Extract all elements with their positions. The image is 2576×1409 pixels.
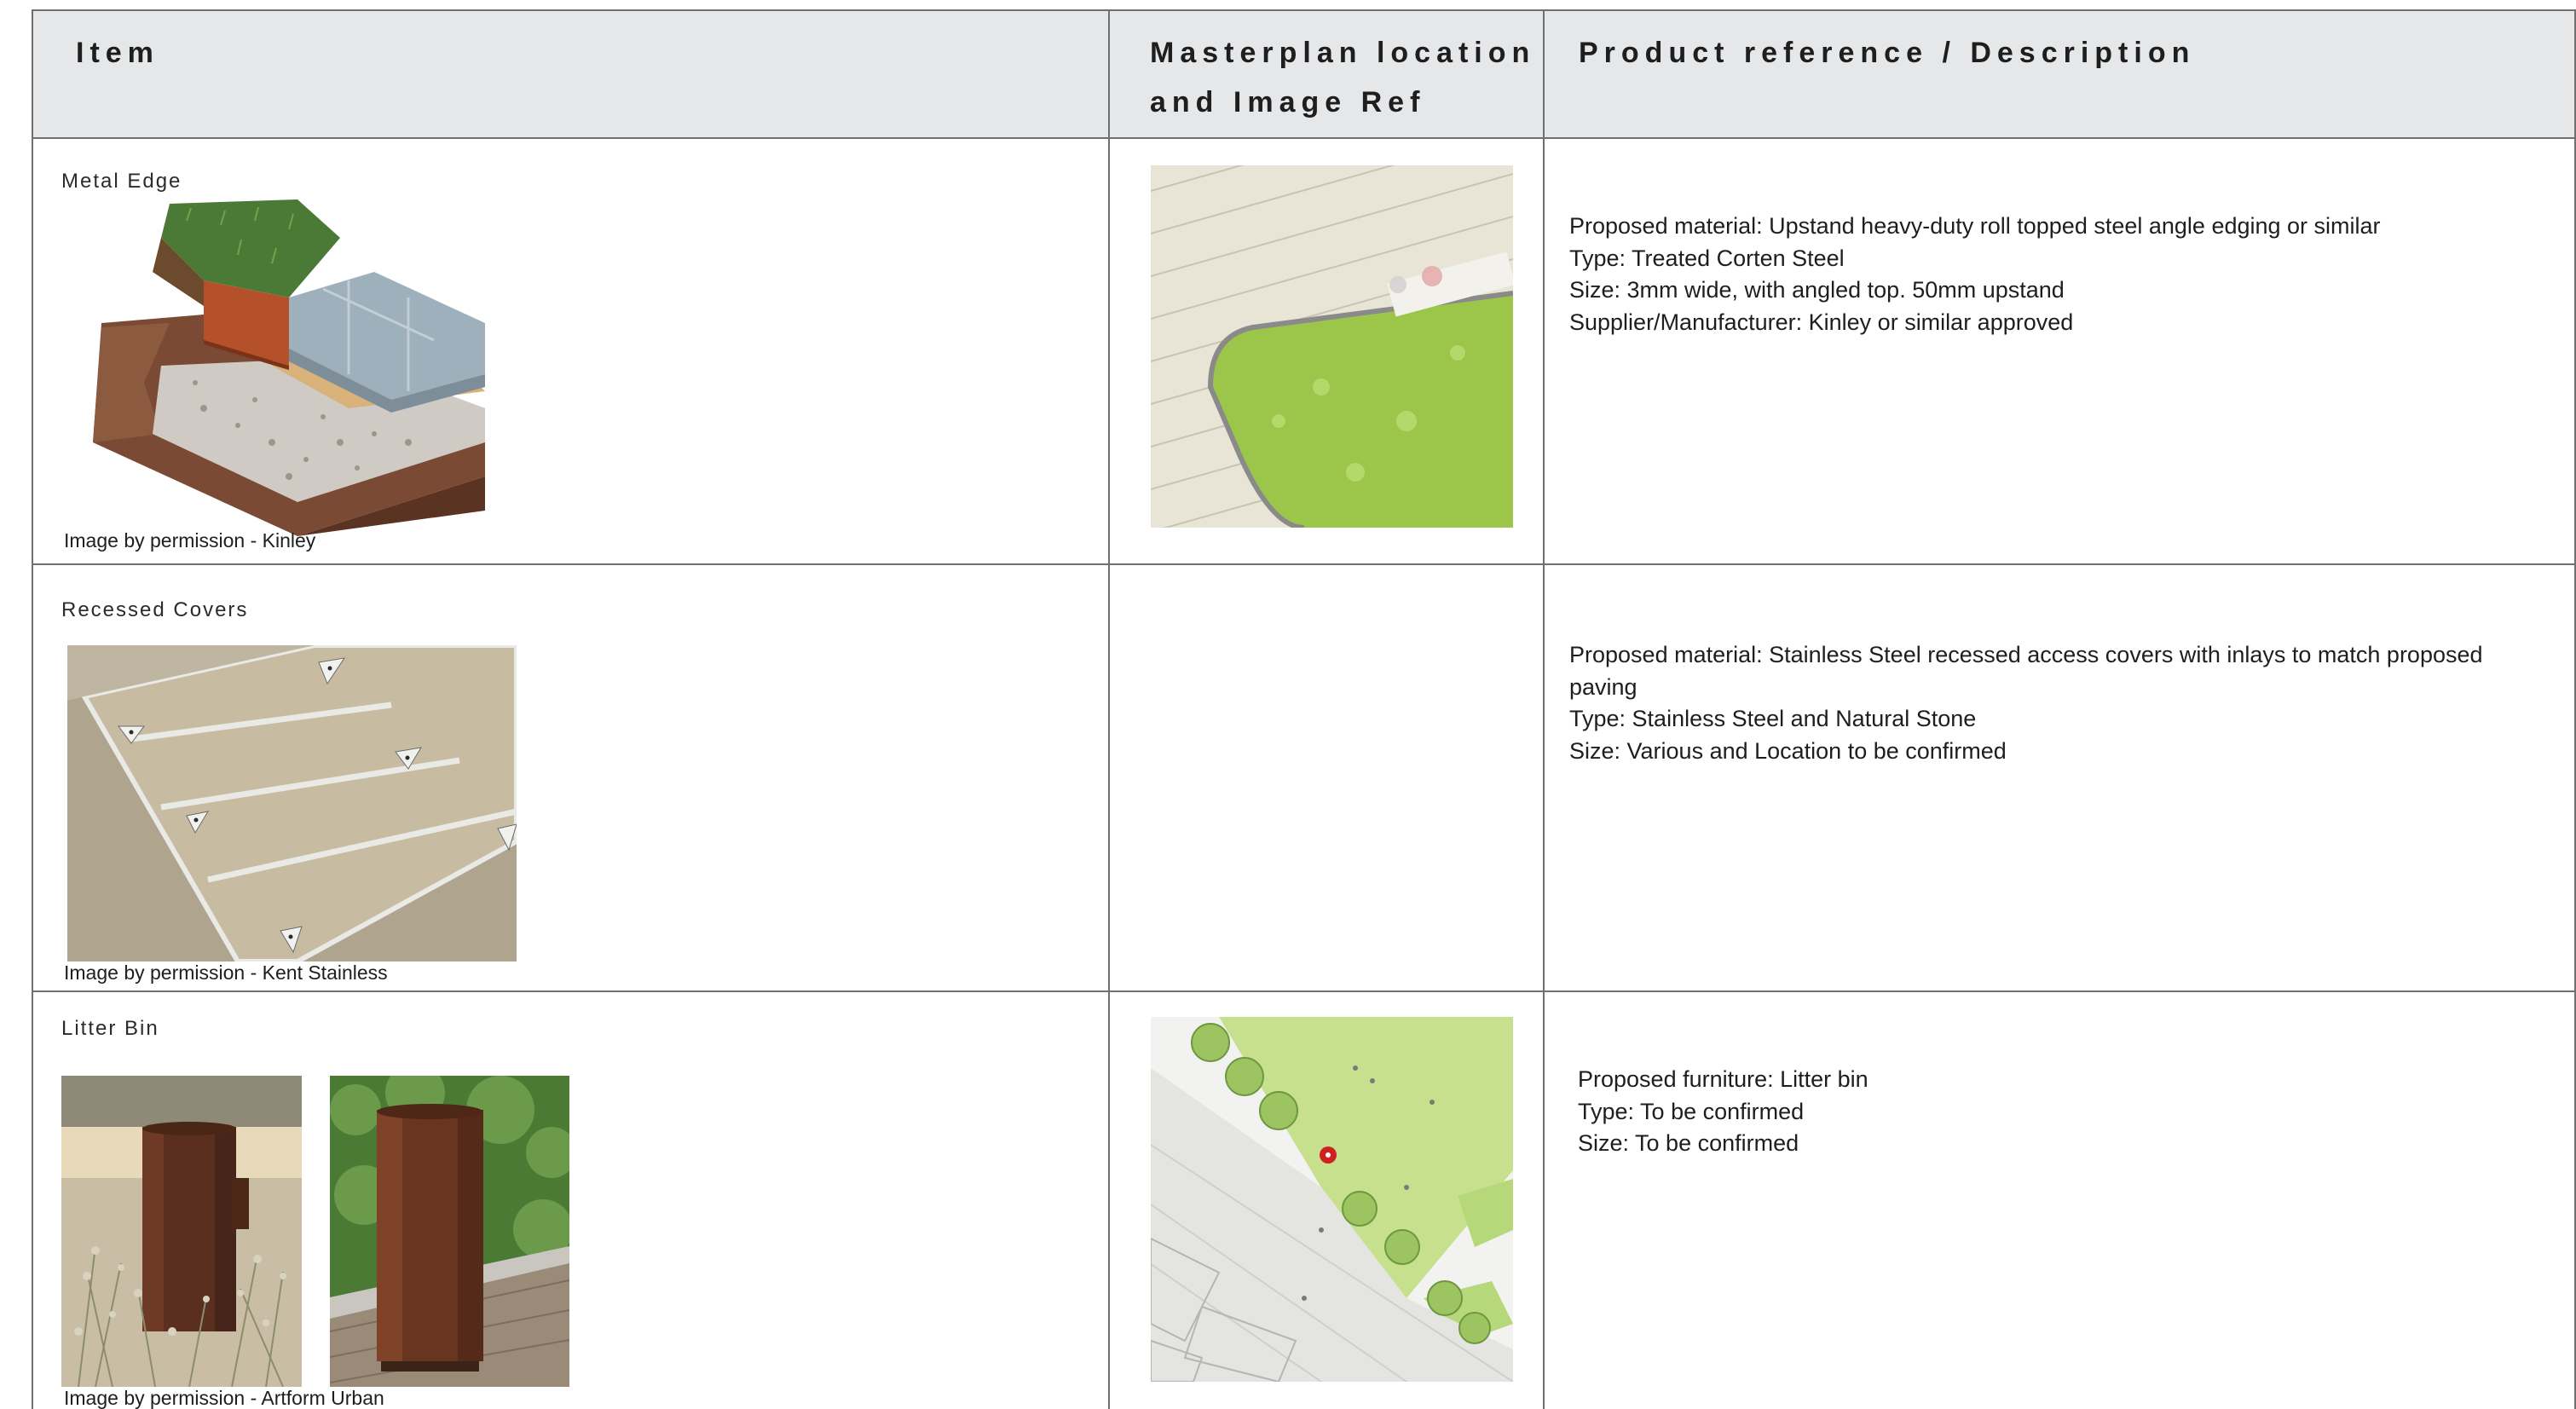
description-line: Size: 3mm wide, with angled top. 50mm up…	[1569, 277, 2065, 303]
masterplan-image-litter-bin	[1151, 1017, 1513, 1382]
description-line: Supplier/Manufacturer: Kinley or similar…	[1569, 309, 2074, 335]
column-divider	[1108, 11, 1110, 1409]
header-location-line1: Masterplan location	[1150, 37, 1536, 69]
credit-kent-stainless: Image by permission - Kent Stainless	[64, 961, 388, 984]
description-recessed-covers: Proposed material: Stainless Steel reces…	[1569, 639, 2483, 767]
recessed-covers-image	[67, 645, 517, 961]
item-label-litter-bin: Litter Bin	[61, 1017, 159, 1040]
header-product: Product reference / Description	[1579, 37, 2196, 69]
description-line: Proposed material: Upstand heavy-duty ro…	[1569, 213, 2381, 239]
litter-bin-image-1	[61, 1076, 302, 1387]
description-line: Type: Treated Corten Steel	[1569, 245, 1845, 271]
metal-edge-image	[67, 187, 519, 536]
masterplan-image-metal-edge	[1151, 165, 1513, 528]
item-label-recessed-covers: Recessed Covers	[61, 598, 249, 621]
row-divider	[33, 563, 2576, 565]
row-divider	[33, 990, 2576, 992]
description-line: Size: Various and Location to be confirm…	[1569, 737, 2007, 764]
credit-artform-urban: Image by permission - Artform Urban	[64, 1387, 384, 1409]
specification-page: Item Masterplan location and Image Ref P…	[0, 0, 2576, 1409]
description-metal-edge: Proposed material: Upstand heavy-duty ro…	[1569, 211, 2381, 338]
header-item: Item	[76, 37, 159, 69]
header-location-line2: and Image Ref	[1150, 86, 1426, 118]
description-line: paving	[1569, 673, 1637, 700]
description-line: Type: To be confirmed	[1578, 1098, 1805, 1124]
credit-kinley: Image by permission - Kinley	[64, 529, 316, 551]
description-line: Proposed material: Stainless Steel reces…	[1569, 642, 2483, 667]
specification-table: Item Masterplan location and Image Ref P…	[32, 9, 2576, 1409]
description-line: Type: Stainless Steel and Natural Stone	[1569, 706, 1977, 731]
litter-bin-image-2	[330, 1076, 569, 1387]
description-line: Size: To be confirmed	[1578, 1130, 1799, 1156]
description-line: Proposed furniture: Litter bin	[1578, 1066, 1868, 1092]
column-divider	[1543, 11, 1545, 1409]
description-litter-bin: Proposed furniture: Litter bin Type: To …	[1578, 1064, 1868, 1160]
